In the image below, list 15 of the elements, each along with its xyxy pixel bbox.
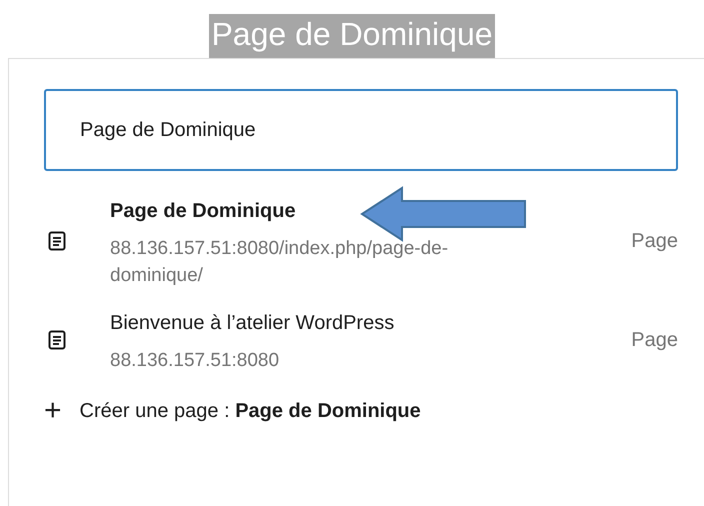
document-icon (48, 330, 66, 350)
result-url: 88.136.157.51:8080/index.php/page-de-dominique/ (110, 237, 450, 288)
result-title: Page de Dominique (110, 199, 296, 224)
create-page-label: Créer une page : Page de Dominique (80, 399, 421, 424)
create-page-item[interactable]: + Créer une page : Page de Dominique (44, 396, 678, 426)
document-icon (48, 231, 66, 251)
result-type: Page (631, 328, 678, 352)
search-result-item[interactable]: Page de Dominique 88.136.157.51:8080/index.php/page-de-dominique/ Page (44, 193, 678, 289)
search-field[interactable]: Page de Dominique (44, 89, 678, 171)
result-url: 88.136.157.51:8080 (110, 349, 280, 373)
plus-icon: + (44, 397, 62, 425)
search-result-item[interactable]: Bienvenue à l’atelier WordPress 88.136.157.51:8080 Page (44, 305, 678, 374)
result-type: Page (631, 229, 678, 254)
page-title: Page de Dominique (209, 14, 495, 58)
result-title: Bienvenue à l’atelier WordPress (110, 311, 394, 336)
